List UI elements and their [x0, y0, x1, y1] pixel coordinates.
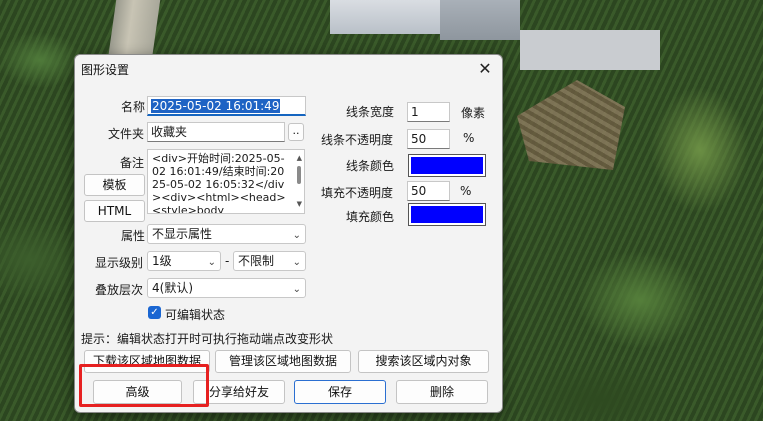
scroll-up-icon[interactable]: ▲	[297, 152, 302, 165]
manage-map-data-button[interactable]: 管理该区域地图数据	[215, 350, 351, 373]
level-label: 显示级别	[95, 256, 144, 270]
line-opacity-unit: %	[463, 131, 475, 145]
scroll-down-icon[interactable]: ▼	[297, 198, 302, 211]
line-color-fill	[411, 157, 483, 174]
chevron-down-icon: ⌄	[292, 230, 301, 241]
stack-label: 叠放层次	[95, 283, 144, 297]
level-min-value: 1级	[152, 254, 172, 268]
chevron-down-icon: ⌄	[292, 257, 301, 268]
checkmark-icon[interactable]: ✓	[148, 306, 161, 319]
hint-text: 提示：编辑状态打开时可执行拖动端点改变形状	[81, 332, 334, 346]
chevron-down-icon: ⌄	[292, 284, 301, 295]
line-color-label: 线条颜色	[346, 159, 395, 173]
note-text: <div>开始时间:2025-05-02 16:01:49/结束时间:2025-…	[152, 152, 286, 214]
fill-color-label: 填充颜色	[346, 210, 395, 224]
dialog-title: 图形设置	[81, 63, 130, 77]
line-color-swatch[interactable]	[408, 154, 486, 177]
delete-button[interactable]: 删除	[396, 380, 488, 404]
fill-opacity-unit: %	[460, 184, 472, 198]
map-building	[330, 0, 440, 34]
note-label: 备注	[120, 156, 145, 170]
line-width-label: 线条宽度	[346, 105, 395, 119]
template-button[interactable]: 模板	[84, 174, 145, 196]
attr-select[interactable]: 不显示属性 ⌄	[147, 224, 306, 244]
close-icon[interactable]: ✕	[474, 58, 496, 80]
level-separator: -	[225, 254, 230, 268]
search-objects-button[interactable]: 搜索该区域内对象	[358, 350, 489, 373]
html-button[interactable]: HTML	[84, 200, 145, 222]
level-max-value: 不限制	[238, 254, 275, 268]
fill-color-fill	[411, 206, 483, 223]
fill-opacity-label: 填充不透明度	[321, 186, 394, 200]
stack-select[interactable]: 4(默认) ⌄	[147, 278, 306, 298]
stack-value: 4(默认)	[152, 281, 193, 295]
line-opacity-label: 线条不透明度	[321, 133, 394, 147]
scrollbar-thumb[interactable]	[297, 166, 301, 184]
map-building	[520, 30, 660, 70]
map-building	[440, 0, 520, 40]
chevron-down-icon: ⌄	[207, 257, 216, 268]
folder-browse-button[interactable]: ..	[288, 123, 304, 141]
attr-label: 属性	[121, 229, 146, 243]
name-value: 2025-05-02 16:01:49	[151, 99, 281, 113]
line-width-input[interactable]: 1	[407, 102, 450, 122]
level-min-select[interactable]: 1级 ⌄	[147, 251, 221, 271]
name-label: 名称	[121, 100, 146, 114]
dialog-titlebar[interactable]: 图形设置 ✕	[75, 55, 502, 83]
line-opacity-input[interactable]: 50	[407, 129, 450, 149]
level-max-select[interactable]: 不限制 ⌄	[233, 251, 306, 271]
fill-opacity-input[interactable]: 50	[407, 181, 450, 201]
highlight-annotation	[79, 364, 209, 407]
editable-label[interactable]: 可编辑状态	[165, 306, 225, 323]
map-road	[107, 0, 161, 60]
name-input[interactable]: 2025-05-02 16:01:49	[147, 96, 306, 116]
graphic-settings-dialog: 图形设置 ✕ 名称 2025-05-02 16:01:49 文件夹 收藏夹 ..…	[74, 54, 503, 413]
save-button[interactable]: 保存	[294, 380, 386, 404]
line-width-unit: 像素	[461, 106, 486, 120]
fill-color-swatch[interactable]	[408, 203, 486, 226]
note-textarea[interactable]: <div>开始时间:2025-05-02 16:01:49/结束时间:2025-…	[147, 149, 305, 214]
folder-label: 文件夹	[108, 127, 145, 141]
attr-value: 不显示属性	[152, 227, 213, 241]
folder-input[interactable]: 收藏夹	[147, 122, 285, 142]
